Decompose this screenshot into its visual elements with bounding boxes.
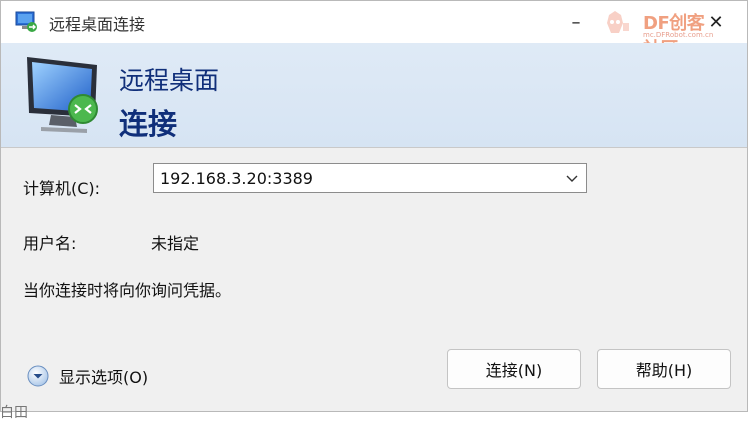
- show-options-button[interactable]: 显示选项(O): [27, 363, 148, 389]
- expand-circle-icon[interactable]: [27, 365, 49, 387]
- computer-label: 计算机(C):: [23, 179, 101, 198]
- computer-combobox[interactable]: 192.168.3.20:3389: [153, 163, 587, 193]
- show-options-label: 显示选项(O): [59, 368, 149, 387]
- chevron-down-icon[interactable]: [564, 169, 580, 187]
- robot-logo-icon: [607, 11, 629, 33]
- connect-button[interactable]: 连接(N): [447, 349, 581, 389]
- background-text-fragment: 白田: [0, 405, 28, 421]
- remote-desktop-icon: [15, 11, 37, 32]
- computer-value: 192.168.3.20:3389: [160, 169, 313, 188]
- help-button[interactable]: 帮助(H): [597, 349, 731, 389]
- minimize-button[interactable]: –: [553, 7, 599, 37]
- close-button[interactable]: ✕: [693, 7, 739, 37]
- banner-divider: [1, 147, 747, 148]
- username-label: 用户名:: [23, 234, 77, 253]
- monitor-remote-icon: [27, 57, 98, 133]
- banner-title-line2: 连接: [119, 107, 178, 141]
- title-bar: 远程桌面连接 – DF创客社区 mc.DFRobot.com.cn ✕: [1, 1, 747, 60]
- credentials-note: 当你连接时将向你询问凭据。: [23, 281, 232, 300]
- header-banner: 远程桌面 连接: [1, 43, 747, 147]
- banner-title-line1: 远程桌面: [119, 66, 220, 95]
- window-title: 远程桌面连接: [49, 15, 146, 34]
- rdp-window: 远程桌面连接 – DF创客社区 mc.DFRobot.com.cn ✕: [0, 0, 748, 412]
- username-value: 未指定: [151, 234, 200, 253]
